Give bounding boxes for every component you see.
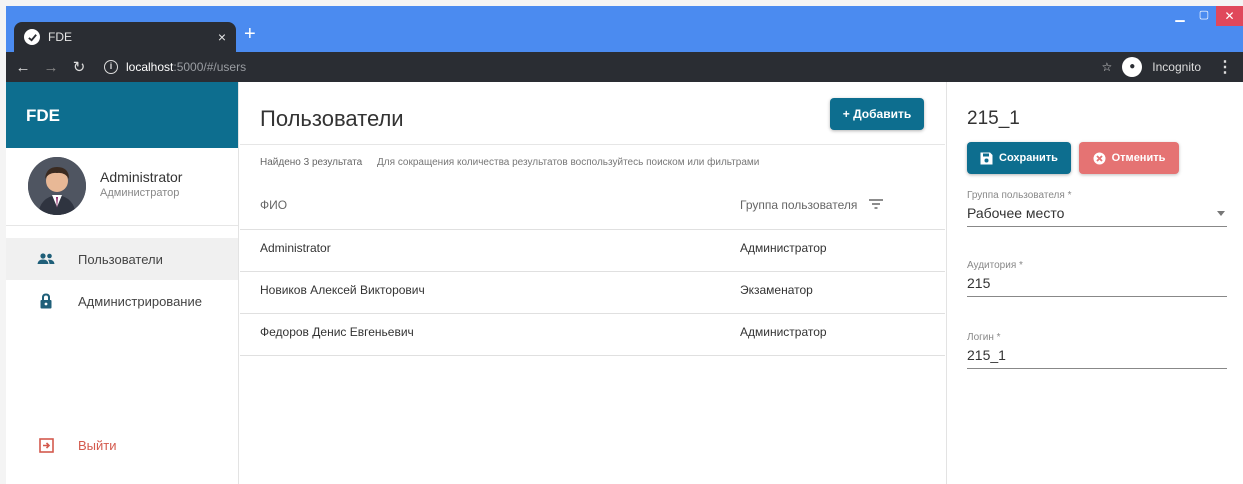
users-list-pane: Пользователи + Добавить Найдено 3 резуль… [240,82,945,484]
save-button-label: Сохранить [999,152,1058,164]
auditory-field-label: Аудитория * [967,260,1023,271]
cancel-button[interactable]: Отменить [1079,142,1179,174]
column-header-fio[interactable]: ФИО [260,198,287,212]
login-field-label: Логин * [967,332,1001,343]
auditory-field[interactable]: Аудитория * 215 [967,260,1227,297]
check-icon [24,29,40,45]
forward-icon[interactable]: → [40,59,62,76]
results-info: Найдено 3 результата Для сокращения коли… [240,144,945,176]
filter-icon[interactable] [869,198,884,212]
browser-tabbar: FDE × + ▁ ▢ ✕ [6,6,1243,52]
maximize-icon[interactable]: ▢ [1192,8,1216,24]
cell-fio: Новиков Алексей Викторович [260,283,425,297]
logout-button[interactable]: Выйти [6,427,239,463]
url-path: :5000/#/users [173,60,247,74]
cell-fio: Administrator [260,241,331,255]
browser-tab[interactable]: FDE × [14,22,236,52]
lock-icon [36,293,56,309]
page-title: Пользователи [260,106,404,131]
users-icon [36,253,56,265]
group-select-value: Рабочее место [967,205,1065,221]
cell-group: Администратор [740,241,827,255]
column-header-group-label: Группа пользователя [740,198,858,212]
cell-group: Экзаменатор [740,283,813,297]
group-select[interactable]: Группа пользователя * Рабочее место [967,190,1227,227]
sidebar-item-label: Администрирование [78,293,202,309]
table-row[interactable]: Новиков Алексей Викторович Экзаменатор [240,272,945,314]
cell-group: Администратор [740,325,827,339]
floppy-icon [980,152,993,165]
sidebar-item-administration[interactable]: Администрирование [6,280,238,322]
tab-close-icon[interactable]: × [218,29,226,45]
user-name: Administrator [100,169,183,185]
table-row[interactable]: Administrator Администратор [240,230,945,272]
dropdown-arrow-icon[interactable] [1217,211,1225,216]
address-bar: ← → ↻ i localhost :5000/#/users ☆ ● Inco… [6,52,1243,82]
incognito-icon: ● [1122,57,1143,77]
sidebar-item-label: Пользователи [78,251,163,267]
url-host: localhost [126,60,174,74]
cancel-button-label: Отменить [1111,152,1166,164]
window-close-icon[interactable]: ✕ [1216,6,1243,26]
new-tab-button[interactable]: + [244,24,256,44]
info-icon[interactable]: i [104,60,118,74]
minimize-icon[interactable]: ▁ [1168,8,1192,24]
add-user-button[interactable]: + Добавить [830,98,924,130]
cell-fio: Федоров Денис Евгеньевич [260,325,414,339]
user-card: Administrator Администратор [6,148,238,226]
save-button[interactable]: Сохранить [967,142,1071,174]
brand-logo[interactable]: FDE [6,82,238,148]
table-header: ФИО Группа пользователя [240,192,945,230]
sidebar-item-users[interactable]: Пользователи [6,238,238,280]
avatar [28,157,86,215]
menu-dots-icon[interactable]: ⋮ [1217,57,1233,77]
login-field[interactable]: Логин * 215_1 [967,332,1227,369]
logout-icon [36,437,56,453]
group-select-label: Группа пользователя * [967,190,1072,201]
user-detail-panel: 215_1 Сохранить Отменить Группа пользова… [946,82,1243,484]
logout-label: Выйти [78,437,117,453]
star-icon[interactable]: ☆ [1102,60,1113,74]
table-row[interactable]: Федоров Денис Евгеньевич Администратор [240,314,945,356]
browser-window: FDE × + ▁ ▢ ✕ ← → ↻ i localhost :5000/#/… [6,6,1243,484]
results-count: Найдено 3 результата [260,157,363,168]
incognito-label: Incognito [1152,60,1201,74]
address-bar-actions: ☆ ● Incognito ⋮ [1102,52,1233,82]
tab-title: FDE [48,30,72,44]
user-role: Администратор [100,187,180,199]
url-field[interactable]: i localhost :5000/#/users [104,60,246,74]
panel-title: 215_1 [967,108,1020,129]
column-header-group[interactable]: Группа пользователя [740,198,884,212]
results-hint: Для сокращения количества результатов во… [377,157,760,168]
cancel-circle-icon [1093,152,1106,165]
back-icon[interactable]: ← [12,59,34,76]
sidebar: FDE Administrator Администратор Пользова… [6,82,239,484]
login-field-value: 215_1 [967,347,1006,363]
reload-icon[interactable]: ↻ [68,58,90,76]
auditory-field-value: 215 [967,275,991,291]
